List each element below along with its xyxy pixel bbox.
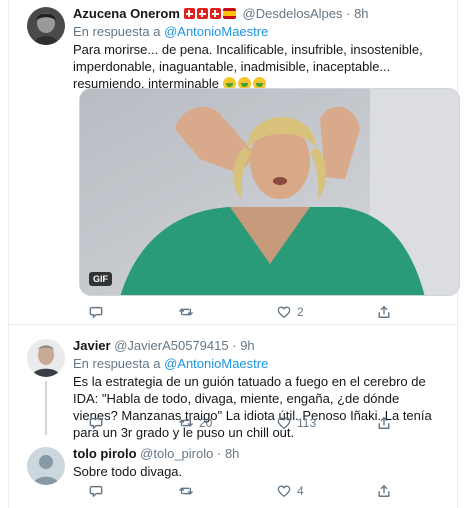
share-button[interactable] xyxy=(377,302,397,322)
thread-line xyxy=(45,381,47,435)
timestamp[interactable]: 9h xyxy=(240,338,254,353)
tweet[interactable]: Javier @JavierA50579415 · 9h En respuest… xyxy=(9,325,457,440)
heart-icon xyxy=(277,485,291,497)
display-name[interactable]: tolo pirolo xyxy=(73,446,137,461)
heart-icon xyxy=(277,417,291,429)
tweet-text: Sobre todo divaga. xyxy=(73,464,183,479)
swiss-flag-icon xyxy=(209,8,221,19)
separator-dot: · xyxy=(232,338,237,353)
share-icon xyxy=(378,485,390,497)
gif-media[interactable]: GIF xyxy=(79,88,460,296)
separator-dot: · xyxy=(346,6,351,21)
reply-prefix: En respuesta a xyxy=(73,356,161,371)
share-icon xyxy=(378,306,390,318)
display-name[interactable]: Javier xyxy=(73,338,111,353)
tweet-header: tolo pirolo @tolo_pirolo · 8h xyxy=(73,446,445,462)
retweet-icon xyxy=(179,419,193,427)
reply-mention-link[interactable]: @AntonioMaestre xyxy=(164,24,268,39)
reply-icon xyxy=(89,306,103,318)
share-button[interactable] xyxy=(377,481,397,501)
reply-button[interactable] xyxy=(89,481,109,501)
like-button[interactable]: 4 xyxy=(277,481,304,501)
user-handle[interactable]: @JavierA50579415 xyxy=(114,338,228,353)
tweet-text: Para morirse... de pena. Incalificable, … xyxy=(73,41,445,92)
reply-icon xyxy=(89,485,103,497)
user-handle[interactable]: @DesdelosAlpes xyxy=(243,6,343,21)
reply-context: En respuesta a @AntonioMaestre xyxy=(73,355,445,372)
like-count: 113 xyxy=(297,416,317,430)
tweet-header: Javier @JavierA50579415 · 9h xyxy=(73,338,445,354)
retweet-button[interactable]: 20 xyxy=(179,413,212,433)
display-name[interactable]: Azucena Onerom xyxy=(73,6,180,21)
heart-icon xyxy=(277,306,291,318)
timestamp[interactable]: 8h xyxy=(225,446,239,461)
avatar[interactable] xyxy=(27,339,65,377)
tweet[interactable]: Azucena Onerom @DesdelosAlpes · 8h En re… xyxy=(9,0,460,325)
gif-badge: GIF xyxy=(89,272,112,286)
like-button[interactable]: 2 xyxy=(277,302,304,322)
timestamp[interactable]: 8h xyxy=(354,6,368,21)
tweet-actions: 20 113 xyxy=(73,413,403,433)
gif-thumbnail-image xyxy=(80,89,459,295)
reply-context: En respuesta a @AntonioMaestre xyxy=(73,23,445,40)
reply-button[interactable] xyxy=(89,302,109,322)
reply-prefix: En respuesta a xyxy=(73,24,161,39)
avatar[interactable] xyxy=(27,447,65,485)
separator-dot: · xyxy=(216,446,222,461)
tweet-header: Azucena Onerom @DesdelosAlpes · 8h xyxy=(73,6,445,22)
avatar[interactable] xyxy=(27,7,65,45)
retweet-button[interactable] xyxy=(179,481,199,501)
like-count: 4 xyxy=(297,484,304,498)
share-icon xyxy=(378,417,390,429)
timeline: Azucena Onerom @DesdelosAlpes · 8h En re… xyxy=(8,0,460,508)
tweet-actions: 2 xyxy=(73,302,403,322)
user-handle[interactable]: @tolo_pirolo xyxy=(140,446,213,461)
spanish-flag-icon xyxy=(222,8,236,19)
tweet[interactable]: tolo pirolo @tolo_pirolo · 8h Sobre todo… xyxy=(9,437,457,508)
swiss-flag-icon xyxy=(196,8,208,19)
default-avatar-icon xyxy=(27,447,65,485)
like-button[interactable]: 113 xyxy=(277,413,316,433)
retweet-count: 20 xyxy=(199,416,213,430)
reply-mention-link[interactable]: @AntonioMaestre xyxy=(164,356,268,371)
retweet-button[interactable] xyxy=(179,302,199,322)
like-count: 2 xyxy=(297,305,304,319)
retweet-icon xyxy=(179,487,193,495)
share-button[interactable] xyxy=(377,413,397,433)
reply-icon xyxy=(89,417,103,429)
tweet-actions: 4 xyxy=(73,481,403,501)
retweet-icon xyxy=(179,308,193,316)
reply-button[interactable] xyxy=(89,413,109,433)
flag-emojis xyxy=(183,8,236,19)
swiss-flag-icon xyxy=(183,8,195,19)
